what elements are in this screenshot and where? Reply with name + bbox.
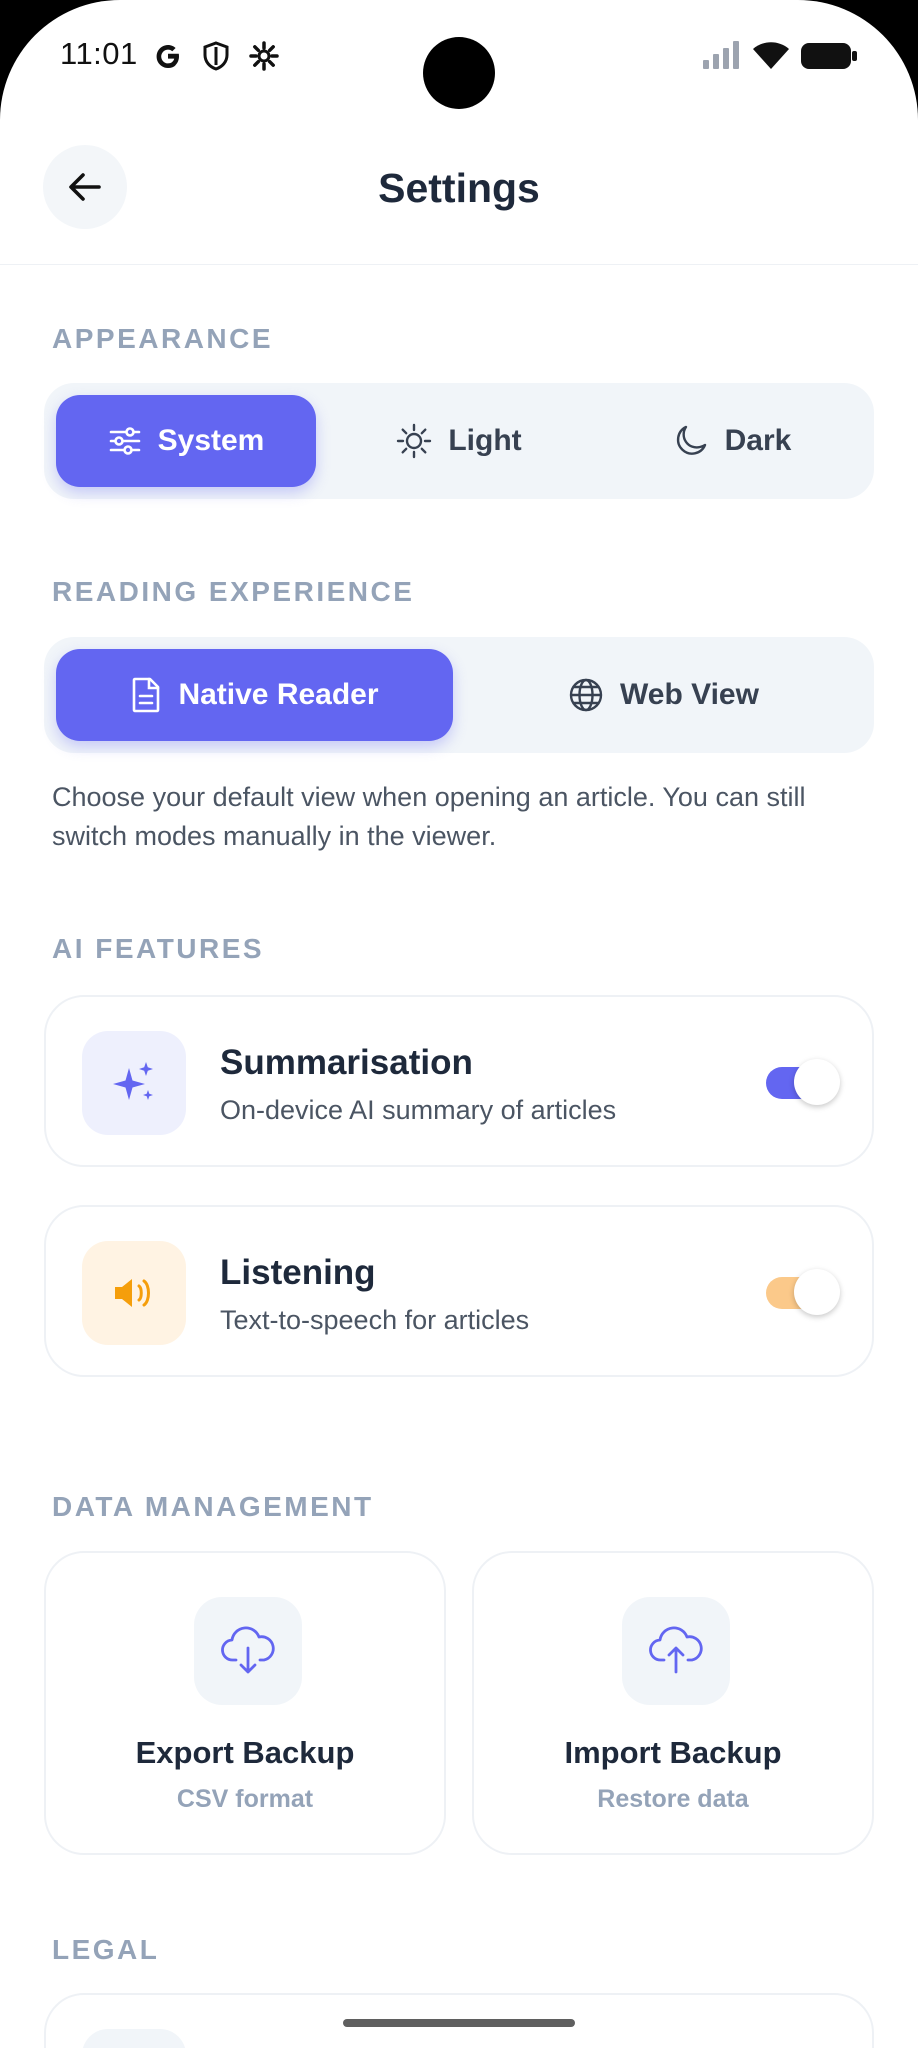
gear-icon	[248, 40, 280, 77]
document-icon	[133, 677, 160, 713]
settings-screen: 11:01 Settings APPEARANCE System Light D…	[0, 0, 918, 2048]
cloud-upload-icon	[649, 1626, 703, 1674]
reading-option-label: Native Reader	[178, 678, 379, 711]
header: Settings	[0, 115, 918, 265]
toggle-knob	[794, 1269, 840, 1315]
sparkles-icon	[113, 1062, 153, 1100]
toggle-knob	[794, 1059, 840, 1105]
data-card-subtitle: Restore data	[597, 1785, 749, 1813]
feature-subtitle: On-device AI summary of articles	[220, 1095, 617, 1125]
reading-helper-text: Choose your default view when opening an…	[52, 782, 806, 851]
section-label-data: DATA MANAGEMENT	[52, 1491, 374, 1522]
legal-icon-box	[82, 2029, 186, 2048]
section-label-appearance: APPEARANCE	[52, 323, 274, 354]
appearance-option-label: Light	[448, 424, 522, 457]
data-icon-box	[622, 1597, 730, 1705]
summarisation-toggle[interactable]	[766, 1059, 840, 1105]
google-icon	[152, 40, 184, 77]
moon-icon	[676, 425, 706, 455]
speaker-icon	[115, 1279, 150, 1307]
cloud-download-icon	[221, 1626, 275, 1674]
status-bar: 11:01	[0, 0, 918, 115]
status-time: 11:01	[60, 36, 138, 71]
feature-icon-box	[82, 1031, 186, 1135]
export-backup-card[interactable]: Export Backup CSV format	[44, 1551, 446, 1855]
data-card-title: Export Backup	[135, 1735, 355, 1770]
battery-icon	[800, 42, 858, 75]
import-backup-card[interactable]: Import Backup Restore data	[472, 1551, 874, 1855]
wifi-icon	[752, 40, 790, 75]
appearance-option-light[interactable]: Light	[329, 395, 589, 487]
feature-title: Summarisation	[220, 1043, 473, 1082]
reading-option-native[interactable]: Native Reader	[56, 649, 453, 741]
appearance-option-label: Dark	[724, 424, 792, 457]
reading-option-webview[interactable]: Web View	[465, 649, 862, 741]
sun-icon	[397, 423, 432, 459]
feature-icon-box	[82, 1241, 186, 1345]
appearance-option-system[interactable]: System	[56, 395, 316, 487]
sliders-icon	[109, 427, 140, 455]
section-label-ai: AI FEATURES	[52, 933, 265, 964]
data-icon-box	[194, 1597, 302, 1705]
appearance-option-dark[interactable]: Dark	[602, 395, 862, 487]
appearance-selector: System Light Dark	[44, 383, 874, 499]
reading-option-label: Web View	[620, 678, 759, 711]
globe-icon	[569, 678, 603, 712]
front-camera	[423, 37, 495, 109]
signal-icon	[702, 40, 742, 75]
feature-title: Listening	[220, 1253, 376, 1292]
appearance-option-label: System	[157, 424, 265, 457]
feature-card-listening: Listening Text-to-speech for articles	[44, 1205, 874, 1377]
data-card-title: Import Backup	[564, 1735, 782, 1770]
section-label-legal: LEGAL	[52, 1934, 160, 1965]
listening-toggle[interactable]	[766, 1269, 840, 1315]
shield-icon	[202, 40, 230, 77]
data-card-subtitle: CSV format	[176, 1785, 314, 1813]
home-indicator[interactable]	[343, 2019, 575, 2027]
page-title: Settings	[378, 165, 540, 211]
feature-subtitle: Text-to-speech for articles	[220, 1305, 530, 1335]
feature-card-summarisation: Summarisation On-device AI summary of ar…	[44, 995, 874, 1167]
reading-selector: Native Reader Web View	[44, 637, 874, 753]
section-label-reading: READING EXPERIENCE	[52, 576, 415, 607]
